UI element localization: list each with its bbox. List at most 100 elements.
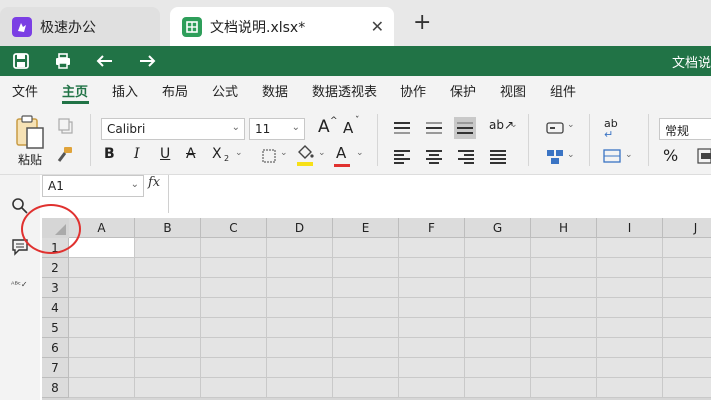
chevron-down-icon[interactable]: ⌄ [235,148,243,158]
cell-j3[interactable] [663,278,711,298]
cell-i6[interactable] [597,338,663,358]
align-middle-icon[interactable] [426,122,442,134]
cell-i3[interactable] [597,278,663,298]
cell-f4[interactable] [399,298,465,318]
row-header[interactable]: 5 [42,318,69,338]
function-icon[interactable]: fx [148,175,168,197]
cell-a2[interactable] [69,258,135,278]
print-icon[interactable] [54,52,72,70]
cell-j5[interactable] [663,318,711,338]
chevron-down-icon[interactable]: ⌄ [356,148,364,158]
font-size-select[interactable]: 11 ⌄ [249,118,305,140]
cell-e1[interactable] [333,238,399,258]
cell-d2[interactable] [267,258,333,278]
column-header[interactable]: I [597,218,663,238]
column-header[interactable]: J [663,218,711,238]
cell-a4[interactable] [69,298,135,318]
paste-icon[interactable] [14,114,46,150]
align-left-icon[interactable] [394,150,410,164]
cell-h2[interactable] [531,258,597,278]
column-header[interactable]: G [465,218,531,238]
cell-e6[interactable] [333,338,399,358]
cell-c7[interactable] [201,358,267,378]
comma-style-icon[interactable] [697,148,711,164]
tab-document[interactable]: 文档说明.xlsx* ✕ [170,7,394,46]
cell-d5[interactable] [267,318,333,338]
cell-i8[interactable] [597,378,663,398]
cell-e8[interactable] [333,378,399,398]
menu-pivot-table[interactable]: 数据透视表 [312,81,377,100]
cell-h4[interactable] [531,298,597,318]
column-header[interactable]: B [135,218,201,238]
row-header[interactable]: 4 [42,298,69,318]
cell-e2[interactable] [333,258,399,278]
chevron-down-icon[interactable]: ⌄ [567,120,575,130]
save-icon[interactable] [12,52,30,70]
menu-view[interactable]: 视图 [500,81,526,100]
cell-d4[interactable] [267,298,333,318]
fill-color-icon[interactable] [296,144,314,166]
chevron-down-icon[interactable]: ⌄ [567,150,575,160]
menu-data[interactable]: 数据 [262,81,288,100]
cell-g8[interactable] [465,378,531,398]
cell-h3[interactable] [531,278,597,298]
column-header[interactable]: D [267,218,333,238]
row-header[interactable]: 2 [42,258,69,278]
row-header[interactable]: 8 [42,378,69,398]
cell-a6[interactable] [69,338,135,358]
cell-d1[interactable] [267,238,333,258]
chevron-down-icon[interactable]: ⌄ [510,120,518,130]
border-icon[interactable] [262,149,276,163]
cell-h7[interactable] [531,358,597,378]
column-header[interactable]: H [531,218,597,238]
redo-icon[interactable] [138,52,156,70]
cell-a1[interactable] [69,238,135,258]
cell-e5[interactable] [333,318,399,338]
cell-c1[interactable] [201,238,267,258]
cell-c5[interactable] [201,318,267,338]
cell-j8[interactable] [663,378,711,398]
cell-i1[interactable] [597,238,663,258]
underline-button[interactable]: U [160,146,170,162]
tab-home[interactable]: 极速办公 [0,7,160,46]
cell-e3[interactable] [333,278,399,298]
decrease-font-icon[interactable]: A [343,119,353,137]
menu-protect[interactable]: 保护 [450,81,476,100]
column-header[interactable]: C [201,218,267,238]
cell-g6[interactable] [465,338,531,358]
cell-c8[interactable] [201,378,267,398]
cell-b5[interactable] [135,318,201,338]
cell-style-icon[interactable] [603,149,621,163]
cell-c2[interactable] [201,258,267,278]
row-header[interactable]: 6 [42,338,69,358]
cell-a8[interactable] [69,378,135,398]
cell-b2[interactable] [135,258,201,278]
new-tab-button[interactable]: + [413,12,431,34]
cell-f8[interactable] [399,378,465,398]
format-painter-icon[interactable] [56,146,74,164]
close-icon[interactable]: ✕ [371,17,384,36]
percent-button[interactable]: % [663,146,678,165]
cell-f1[interactable] [399,238,465,258]
cell-f2[interactable] [399,258,465,278]
cell-a5[interactable] [69,318,135,338]
cell-h6[interactable] [531,338,597,358]
cell-d3[interactable] [267,278,333,298]
cell-j2[interactable] [663,258,711,278]
name-box[interactable]: A1 ⌄ [42,175,144,197]
cell-j7[interactable] [663,358,711,378]
cell-e7[interactable] [333,358,399,378]
cell-d7[interactable] [267,358,333,378]
search-icon[interactable] [11,197,29,215]
cell-h1[interactable] [531,238,597,258]
align-bottom-button[interactable] [454,117,476,139]
cell-f6[interactable] [399,338,465,358]
cell-g4[interactable] [465,298,531,318]
cell-j6[interactable] [663,338,711,358]
cell-c4[interactable] [201,298,267,318]
number-format-icon[interactable] [546,121,564,135]
cell-h8[interactable] [531,378,597,398]
cell-b1[interactable] [135,238,201,258]
cell-j1[interactable] [663,238,711,258]
cell-i2[interactable] [597,258,663,278]
